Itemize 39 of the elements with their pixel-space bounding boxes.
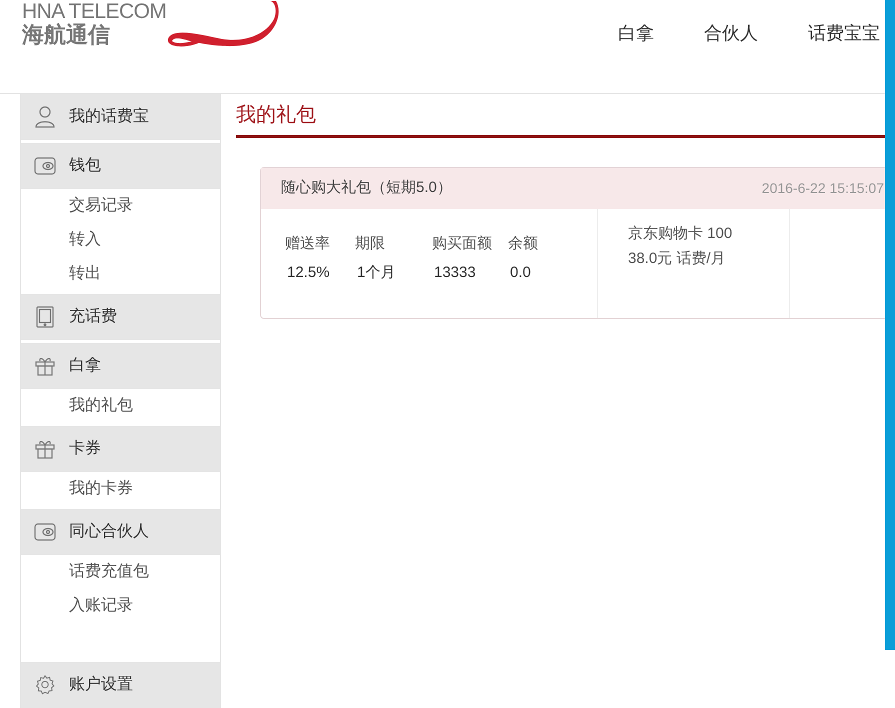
sidebar-section[interactable]: 同心合伙人 <box>21 509 220 555</box>
section-label: 卡券 <box>69 438 101 459</box>
column-label: 购买面额 <box>432 234 493 254</box>
sidebar-section[interactable]: 白拿 <box>21 343 220 389</box>
gift-name: 随心购大礼包（短期5.0） <box>281 178 452 198</box>
section-label: 钱包 <box>69 156 101 176</box>
gift-icon <box>35 356 55 376</box>
column-label: 赠送率 <box>285 234 331 254</box>
section-label: 我的话费宝 <box>69 106 149 127</box>
nav-link[interactable]: 话费宝宝 <box>808 20 880 47</box>
column-value: 12.5% <box>286 262 331 282</box>
section-label: 账户设置 <box>69 674 133 695</box>
sidebar-section[interactable]: 账户设置 <box>21 662 220 708</box>
person-icon <box>35 106 55 128</box>
wallet-icon <box>34 523 56 541</box>
column-label: 余额 <box>508 234 539 254</box>
logo-text: HNA TELECOM <box>22 1 166 22</box>
section-label: 同心合伙人 <box>69 522 149 542</box>
column-value: 1个月 <box>356 262 396 282</box>
sidebar-section[interactable]: 卡券 <box>21 426 220 472</box>
section-label: 充话费 <box>69 306 117 327</box>
section-label: 白拿 <box>69 356 101 376</box>
benefit-text: 京东购物卡 100 <box>628 224 734 244</box>
nav-link[interactable]: 白拿 <box>618 20 654 47</box>
settings-icon <box>34 674 56 696</box>
sidebar-section[interactable]: 充话费 <box>21 294 220 340</box>
nav-link[interactable]: 合伙人 <box>704 20 758 47</box>
page-title: 我的礼包 <box>236 102 316 128</box>
sidebar-section[interactable]: 钱包 <box>21 143 220 189</box>
logo-text: 海航通信 <box>22 24 111 46</box>
gift-time: 2016-6-22 15:15:07 <box>762 179 884 198</box>
gift-icon <box>35 439 55 459</box>
wallet-icon <box>34 157 56 175</box>
sidebar-section[interactable]: 我的话费宝 <box>21 94 220 140</box>
benefit-text: 38.0元 话费/月 <box>628 248 727 268</box>
column-label: 期限 <box>355 234 386 254</box>
tablet-icon <box>36 306 54 328</box>
column-value: 13333 <box>433 262 477 282</box>
column-value: 0.0 <box>509 262 532 282</box>
